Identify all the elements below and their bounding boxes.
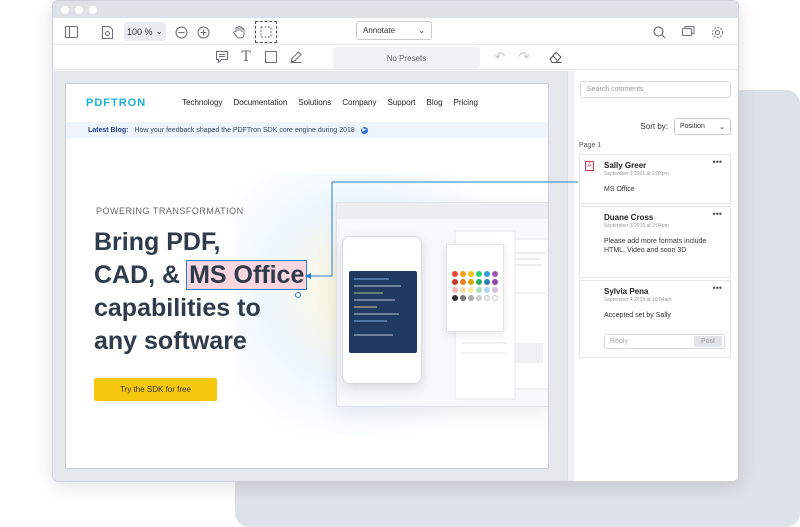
comment-card[interactable]: Sylvia Pena September 4 2019 at 10:04am … [579,280,731,358]
color-palette-mockup [446,244,504,332]
annotation-toolbar: T No Presets ↶ ↷ [53,45,738,70]
blog-text: How your feedback shaped the PDFTron SDK… [134,126,355,134]
redo-icon[interactable]: ↷ [514,47,534,67]
pan-tool-icon[interactable] [229,22,249,42]
page-fit-icon[interactable] [97,22,117,42]
comments-search-input[interactable]: Search comments [580,81,731,98]
sort-label: Sort by: [640,122,668,131]
nav-link[interactable]: Support [387,98,415,107]
window-dot[interactable] [89,5,97,14]
panel-resize-handle[interactable] [567,71,574,481]
more-options-icon[interactable]: ••• [713,209,722,219]
comment-date: September 3 2021 at 2:03pm [604,171,669,177]
pdftron-logo: PDFTRON [86,97,147,109]
comment-body: MS Office [604,186,635,193]
comment-date: September 3 2019 at 2:04pm [604,223,669,229]
reply-placeholder: Reply [610,338,628,345]
sort-dropdown[interactable]: Position ⌄ [674,118,731,135]
comment-author: Sally Greer [604,161,647,170]
code-editor-mockup [349,271,417,353]
pen-tool-icon[interactable] [286,47,306,67]
sort-value: Position [680,123,705,130]
undo-icon[interactable]: ↶ [490,47,510,67]
hero-headline: Bring PDF, CAD, & MS Office capabilities… [94,226,308,358]
sort-row: Sort by: Position ⌄ [574,118,731,135]
comment-card[interactable]: Duane Cross September 3 2019 at 2:04pm P… [579,206,731,278]
header-toolbar: 100 % ⌄ Annotate ⌄ [53,18,738,45]
document-viewer[interactable]: PDFTRON Technology Documentation Solutio… [53,71,567,481]
nav-link[interactable]: Pricing [454,98,478,107]
window-dot[interactable] [75,5,83,14]
nav-link[interactable]: Company [342,98,376,107]
gear-icon[interactable] [707,22,727,42]
comment-author: Sylvia Pena [604,287,649,296]
zoom-out-icon[interactable] [171,22,191,42]
toolbar-mode-dropdown[interactable]: Annotate ⌄ [356,21,432,40]
mode-value: Annotate [363,26,396,35]
comment-date: September 4 2019 at 10:04am [604,297,672,303]
search-icon[interactable] [649,22,669,42]
eraser-icon[interactable] [545,47,565,67]
post-button[interactable]: Post [694,336,722,347]
text-select-icon[interactable] [255,21,277,43]
phone-mockup [342,236,422,384]
highlight-annotation[interactable]: MS Office [186,260,308,290]
sidebar-toggle-icon[interactable] [61,22,81,42]
comment-author: Duane Cross [604,213,654,222]
nav-link[interactable]: Solutions [298,98,331,107]
headline-line: Bring PDF, [94,228,221,256]
sticky-note-icon[interactable] [212,47,232,67]
presets-area: No Presets [333,47,480,69]
blog-label: Latest Blog: [88,126,129,134]
nav-link[interactable]: Documentation [233,98,287,107]
title-bar [53,1,738,18]
pdf-icon: A [585,161,594,171]
arrow-right-icon: ▶ [360,126,368,134]
color-swatches [452,271,498,301]
window-dot[interactable] [61,5,69,14]
nav-links: Technology Documentation Solutions Compa… [182,98,478,107]
pdf-viewer-window: 100 % ⌄ Annotate ⌄ T No Presets ↶ ↷ PDFT… [52,0,739,482]
headline-line: any software [94,327,247,355]
zoom-value: 100 % [126,26,153,37]
site-nav: PDFTRON Technology Documentation Solutio… [66,84,548,122]
text-tool-icon[interactable]: T [236,47,256,67]
rectangle-tool-icon[interactable] [261,47,281,67]
page-group-label: Page 1 [579,142,602,149]
reply-input[interactable]: Reply Post [604,334,725,349]
comment-card[interactable]: A Sally Greer September 3 2021 at 2:03pm… [579,154,731,204]
chevron-down-icon: ⌄ [155,26,164,36]
comments-panel-icon[interactable] [678,22,698,42]
zoom-dropdown[interactable]: 100 % ⌄ [124,22,166,41]
chevron-down-icon: ⌄ [719,123,725,131]
headline-line: CAD, & MS Office [94,259,308,292]
more-options-icon[interactable]: ••• [713,157,722,167]
headline-text: CAD, & [94,261,181,289]
blog-banner[interactable]: Latest Blog: How your feedback shaped th… [66,122,548,138]
try-sdk-button[interactable]: Try the SDK for free [94,378,217,401]
comments-panel: Search comments Sort by: Position ⌄ Page … [574,71,738,481]
comment-body: Accepted set by Sally [604,312,671,319]
chevron-down-icon: ⌄ [418,26,425,35]
comment-body: Please add more formats include HTML, Vi… [604,238,707,254]
more-options-icon[interactable]: ••• [713,283,722,293]
headline-line: capabilities to [94,294,261,322]
nav-link[interactable]: Technology [182,98,222,107]
document-page[interactable]: PDFTRON Technology Documentation Solutio… [65,83,549,469]
nav-link[interactable]: Blog [427,98,443,107]
hero-kicker: POWERING TRANSFORMATION [96,206,244,216]
zoom-in-icon[interactable] [193,22,213,42]
